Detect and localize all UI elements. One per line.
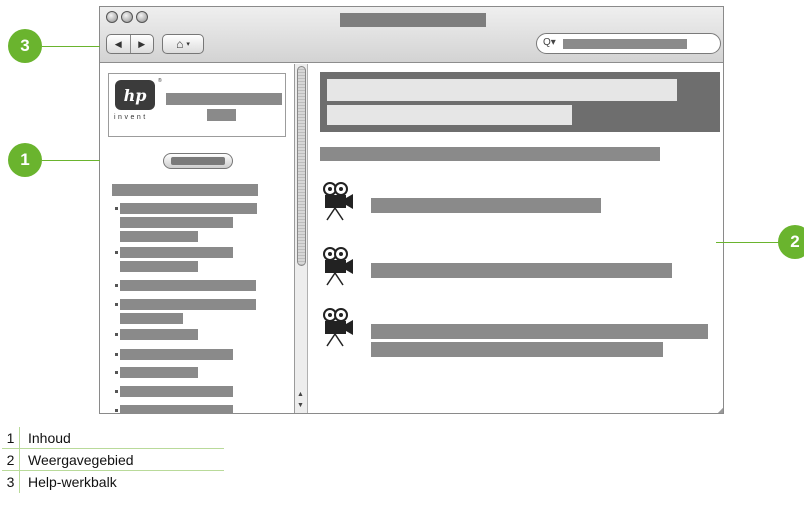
video-camera-icon[interactable] [322, 308, 356, 348]
contents-item-label [120, 329, 198, 340]
contents-item-label [120, 280, 256, 291]
contents-pill-button[interactable] [163, 153, 233, 169]
bullet-icon [115, 353, 118, 356]
help-viewer-window: ◀ ▶ ⌂ ▾ Q▾ hp ® invent ▲ ▼ ◢ [99, 6, 724, 414]
back-forward-control: ◀ ▶ [106, 34, 154, 54]
legend-label: Inhoud [28, 429, 71, 446]
view-area: ◢ [309, 64, 723, 413]
contents-item-label [120, 367, 198, 378]
forward-arrow-icon: ▶ [138, 38, 146, 49]
callout-2-leader [716, 242, 782, 243]
hp-logo: hp [115, 80, 155, 110]
bullet-icon [115, 207, 118, 210]
contents-item-label [120, 405, 233, 413]
search-field[interactable]: Q▾ [536, 33, 721, 54]
contents-item-label [120, 247, 233, 258]
search-icon: Q▾ [543, 37, 556, 48]
bullet-icon [115, 371, 118, 374]
topic-banner [320, 72, 720, 132]
minimize-window-button[interactable] [121, 11, 133, 23]
contents-item-label [120, 313, 183, 324]
bullet-icon [115, 303, 118, 306]
callout-1-leader [42, 160, 100, 161]
legend-number: 3 [2, 471, 20, 493]
chevron-down-icon: ▾ [186, 41, 190, 48]
video-camera-icon[interactable] [322, 182, 356, 222]
forward-button[interactable]: ▶ [131, 35, 154, 53]
contents-heading [112, 184, 258, 196]
home-button[interactable]: ⌂ ▾ [162, 34, 204, 54]
legend-label: Weergavegebied [28, 451, 134, 468]
bullet-icon [115, 284, 118, 287]
topic-heading [320, 147, 660, 161]
bullet-icon [115, 390, 118, 393]
hp-logo-panel: hp ® invent [108, 73, 286, 137]
legend-number: 1 [2, 427, 20, 448]
legend-table: 1 Inhoud 2 Weergavegebied 3 Help-werkbal… [2, 427, 224, 493]
contents-pane: hp ® invent [100, 64, 295, 413]
bullet-icon [115, 333, 118, 336]
legend-row: 1 Inhoud [2, 427, 224, 449]
resize-grip-icon[interactable]: ◢ [718, 405, 723, 413]
scroll-down-icon[interactable]: ▼ [297, 402, 304, 409]
zoom-window-button[interactable] [136, 11, 148, 23]
search-input[interactable] [563, 39, 687, 49]
bullet-icon [115, 409, 118, 412]
video-link[interactable] [371, 342, 663, 357]
scrollbar-thumb[interactable] [297, 66, 306, 266]
back-arrow-icon: ◀ [114, 38, 122, 49]
contents-item-label [120, 203, 257, 214]
video-camera-icon[interactable] [322, 247, 356, 287]
legend-label: Help-werkbalk [28, 474, 117, 490]
callout-1: 1 [8, 143, 42, 177]
legend-row: 2 Weergavegebied [2, 449, 224, 471]
legend-row: 3 Help-werkbalk [2, 471, 224, 493]
product-subtitle [207, 109, 236, 121]
bullet-icon [115, 251, 118, 254]
video-link[interactable] [371, 263, 672, 278]
banner-subtitle [327, 105, 572, 125]
contents-item-label [120, 261, 198, 272]
registered-mark: ® [158, 78, 162, 84]
title-bar: ◀ ▶ ⌂ ▾ Q▾ [100, 7, 723, 63]
contents-item-label [120, 349, 233, 360]
callout-3-leader [42, 46, 100, 47]
home-icon: ⌂ [176, 37, 184, 51]
video-link[interactable] [371, 324, 708, 339]
legend-number: 2 [2, 449, 20, 470]
hp-invent-tagline: invent [114, 114, 148, 121]
callout-3: 3 [8, 29, 42, 63]
video-link[interactable] [371, 198, 601, 213]
contents-item-label [120, 386, 233, 397]
scroll-up-icon[interactable]: ▲ [297, 391, 304, 398]
back-button[interactable]: ◀ [107, 35, 131, 53]
contents-scrollbar[interactable]: ▲ ▼ [295, 64, 308, 413]
banner-title [327, 79, 677, 101]
callout-2: 2 [778, 225, 804, 259]
window-title [340, 13, 486, 27]
contents-item-label [120, 231, 198, 242]
contents-item-label [120, 299, 256, 310]
contents-item-label [120, 217, 233, 228]
close-window-button[interactable] [106, 11, 118, 23]
product-title [166, 93, 282, 105]
